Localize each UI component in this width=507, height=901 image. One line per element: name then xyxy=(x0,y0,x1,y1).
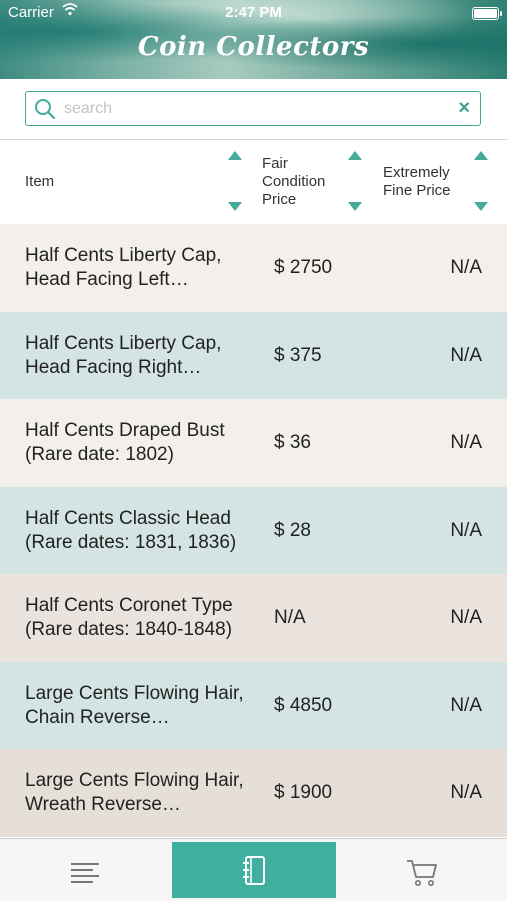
extremely-fine-price: N/A xyxy=(450,694,482,716)
item-name: Half Cents Coronet Type (Rare dates: 184… xyxy=(25,595,233,640)
table-row[interactable]: Half Cents Coronet Type (Rare dates: 184… xyxy=(0,574,507,662)
extremely-fine-price: N/A xyxy=(450,344,482,366)
extremely-fine-price: N/A xyxy=(450,432,482,453)
cart-icon xyxy=(407,860,437,886)
item-name: Half Cents Liberty Cap, Head Facing Left… xyxy=(25,245,222,290)
column-item[interactable]: Item xyxy=(0,140,255,224)
sort-ascending-icon[interactable] xyxy=(474,151,488,160)
status-bar: Carrier 2:47 PM xyxy=(0,3,507,24)
column-fair-price[interactable]: Fair Condition Price xyxy=(255,140,373,224)
table-header: Item Fair Condition Price Extremely Fine… xyxy=(0,140,507,224)
search-bar: × xyxy=(0,79,507,140)
item-name: Half Cents Liberty Cap, Head Facing Righ… xyxy=(25,332,222,378)
search-box[interactable]: × xyxy=(25,91,481,126)
app-title: Coin Collectors xyxy=(137,32,370,62)
tab-list[interactable] xyxy=(0,842,170,898)
clear-icon[interactable]: × xyxy=(458,97,470,120)
sort-descending-icon[interactable] xyxy=(474,202,488,211)
extremely-fine-price: N/A xyxy=(450,782,482,803)
item-name: Large Cents Flowing Hair, Chain Reverse… xyxy=(25,682,244,728)
table-row[interactable]: Large Cents Flowing Hair, Wreath Reverse… xyxy=(0,749,507,837)
extremely-fine-price: N/A xyxy=(450,257,482,278)
fair-price: $ 28 xyxy=(274,519,311,541)
table-row[interactable]: Half Cents Draped Bust (Rare date: 1802)… xyxy=(0,399,507,487)
battery-icon xyxy=(472,7,502,20)
notebook-icon xyxy=(243,856,265,885)
item-name: Half Cents Classic Head (Rare dates: 183… xyxy=(25,507,237,553)
item-name: Large Cents Flowing Hair, Wreath Reverse… xyxy=(25,770,244,815)
sort-descending-icon[interactable] xyxy=(228,202,242,211)
table-row[interactable]: Half Cents Classic Head (Rare dates: 183… xyxy=(0,486,507,574)
sort-ascending-icon[interactable] xyxy=(348,151,362,160)
tab-bar xyxy=(0,838,507,901)
column-item-label: Item xyxy=(25,173,55,190)
item-name: Half Cents Draped Bust (Rare date: 1802) xyxy=(25,420,225,465)
sort-descending-icon[interactable] xyxy=(348,202,362,211)
fair-price: N/A xyxy=(274,607,306,628)
fair-price: $ 2750 xyxy=(274,257,333,278)
search-icon xyxy=(35,99,56,120)
list-icon xyxy=(71,863,99,883)
extremely-fine-price: N/A xyxy=(450,519,482,541)
coin-list: Half Cents Liberty Cap, Head Facing Left… xyxy=(0,224,507,837)
table-row[interactable]: Half Cents Liberty Cap, Head Facing Left… xyxy=(0,224,507,312)
extremely-fine-price: N/A xyxy=(450,607,482,628)
fair-price: $ 1900 xyxy=(274,782,333,803)
sort-ascending-icon[interactable] xyxy=(228,151,242,160)
fair-price: $ 375 xyxy=(274,344,322,366)
header: Carrier 2:47 PM Coin Collectors xyxy=(0,0,507,79)
fair-price: $ 36 xyxy=(274,432,311,453)
tab-cart[interactable] xyxy=(338,842,507,898)
fair-price: $ 4850 xyxy=(274,694,333,716)
tab-collection[interactable] xyxy=(172,842,336,898)
table-row[interactable]: Half Cents Liberty Cap, Head Facing Righ… xyxy=(0,311,507,399)
column-extremely-fine-price[interactable]: Extremely Fine Price xyxy=(373,140,507,224)
column-fair-price-label: Fair Condition Price xyxy=(262,155,326,208)
clock: 2:47 PM xyxy=(225,4,282,21)
table-row[interactable]: Large Cents Flowing Hair, Chain Reverse…… xyxy=(0,661,507,749)
search-input[interactable] xyxy=(62,97,446,121)
column-extremely-fine-label: Extremely Fine Price xyxy=(383,164,451,199)
